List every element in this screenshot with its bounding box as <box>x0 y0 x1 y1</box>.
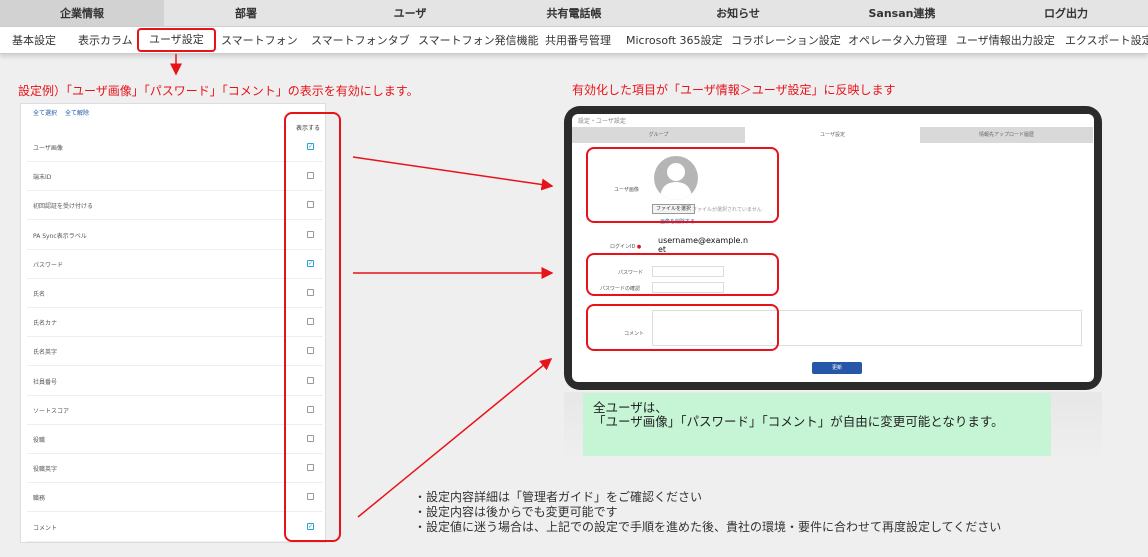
annotation-arrows <box>170 54 554 518</box>
arrow-user-image-icon <box>352 156 554 191</box>
arrow-comment-icon <box>357 358 553 518</box>
